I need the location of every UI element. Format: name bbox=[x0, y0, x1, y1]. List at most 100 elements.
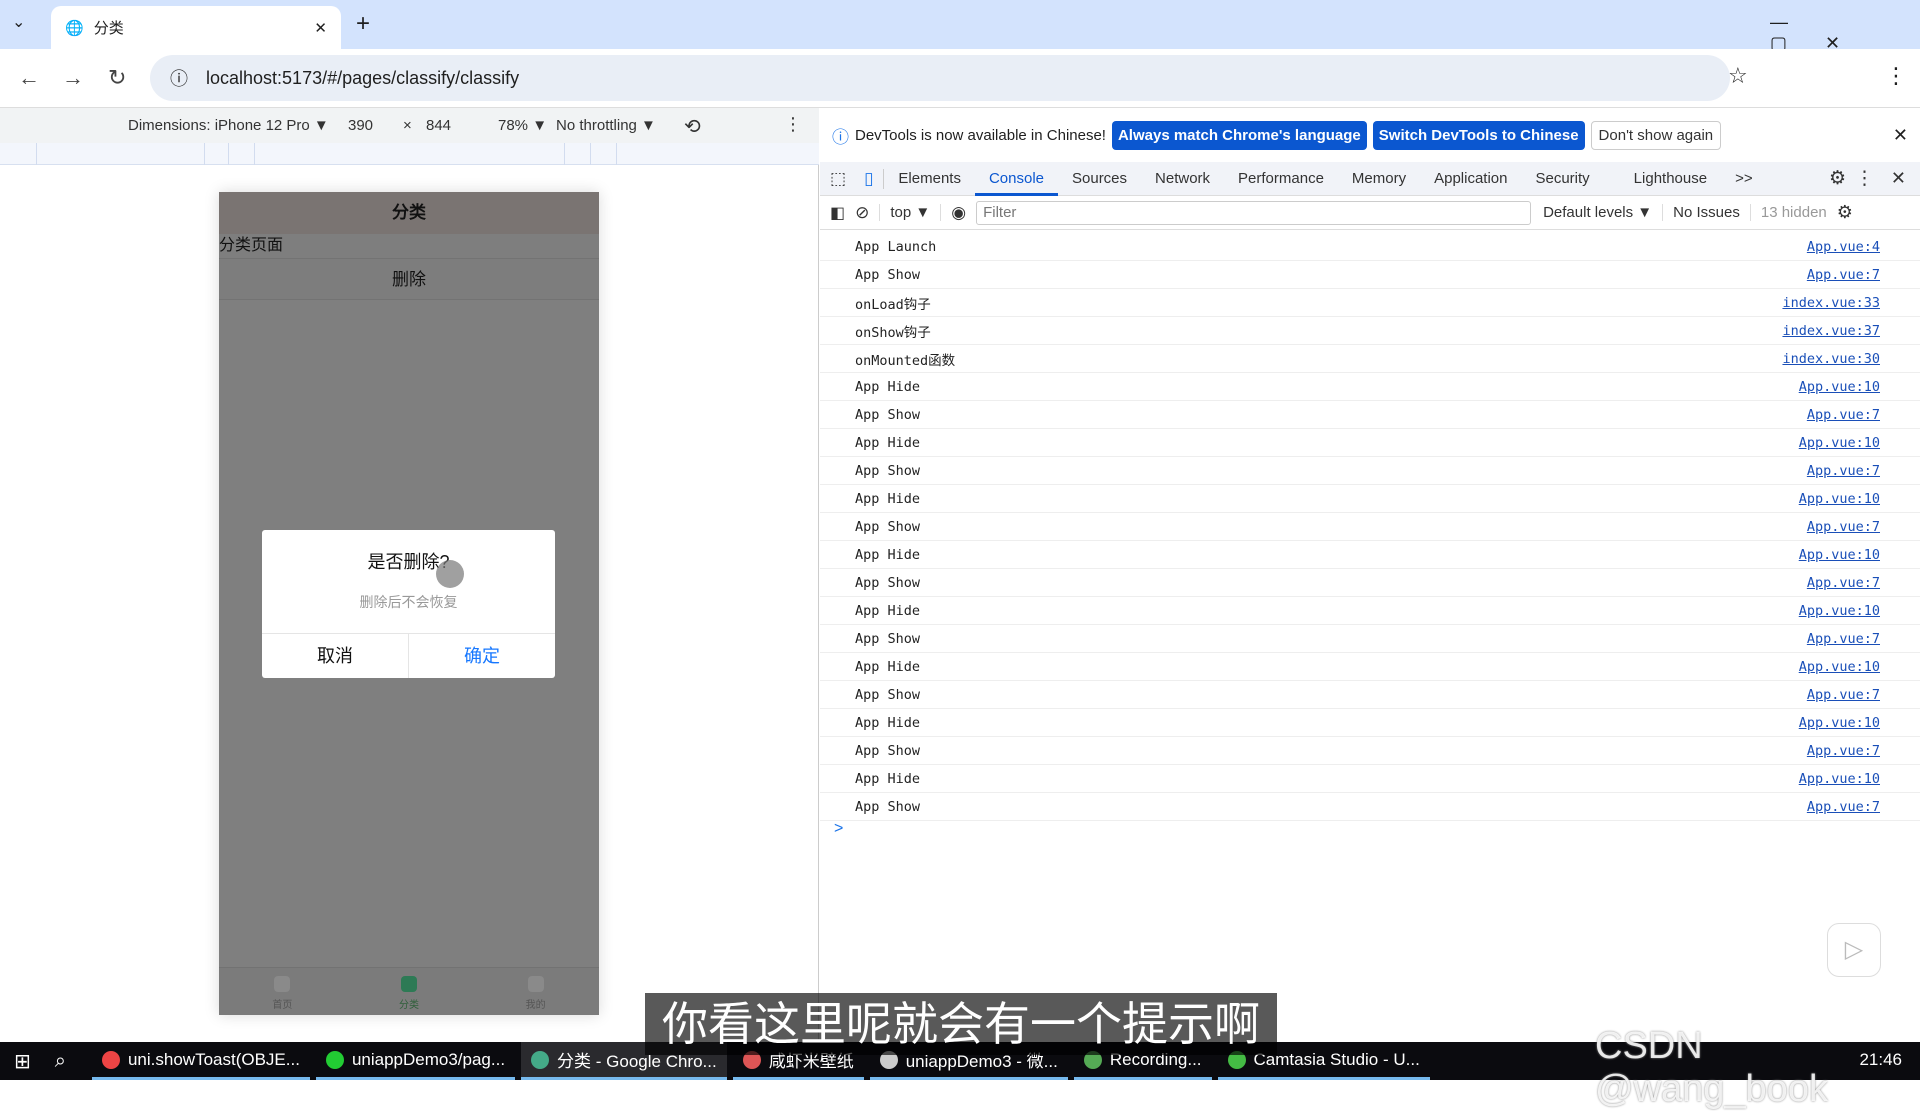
play-icon[interactable]: ▷ bbox=[1827, 923, 1881, 977]
taskbar-label: Camtasia Studio - U... bbox=[1253, 1049, 1420, 1069]
log-source-link[interactable]: index.vue:33 bbox=[1782, 295, 1880, 311]
log-message: App Show bbox=[855, 798, 921, 815]
more-tabs-icon[interactable]: >> bbox=[1721, 162, 1767, 196]
width-input[interactable]: 390 bbox=[348, 117, 373, 134]
tab-sources[interactable]: Sources bbox=[1058, 162, 1141, 196]
log-source-link[interactable]: App.vue:10 bbox=[1799, 603, 1880, 619]
cancel-button[interactable]: 取消 bbox=[262, 634, 409, 678]
forward-icon[interactable]: → bbox=[62, 65, 84, 91]
console-log-row: App Show App.vue:7 bbox=[820, 569, 1920, 597]
log-message: App Hide bbox=[855, 434, 921, 451]
device-select[interactable]: Dimensions: iPhone 12 Pro ▼ bbox=[128, 117, 329, 134]
console-prompt[interactable]: > bbox=[834, 820, 843, 838]
infobar-message: DevTools is now available in Chinese! bbox=[855, 126, 1106, 144]
device-toolbar: Dimensions: iPhone 12 Pro ▼ 390 × 844 78… bbox=[0, 108, 819, 143]
devtools-menu-icon[interactable]: ⋮ bbox=[1855, 167, 1874, 190]
height-input[interactable]: 844 bbox=[426, 117, 451, 134]
taskbar-label: uniappDemo3/pag... bbox=[351, 1049, 506, 1069]
log-source-link[interactable]: App.vue:7 bbox=[1807, 407, 1880, 423]
console-log-row: App Hide App.vue:10 bbox=[820, 429, 1920, 457]
tab-lighthouse[interactable]: Lighthouse bbox=[1604, 162, 1721, 196]
video-subtitle: 你看这里呢就会有一个提示啊 bbox=[645, 993, 1277, 1055]
console-log-list: App Launch App.vue:4 App Show App.vue:7 onLo… bbox=[820, 233, 1920, 821]
close-devtools-icon[interactable]: ✕ bbox=[1891, 168, 1906, 189]
reload-icon[interactable]: ↻ bbox=[108, 65, 126, 91]
log-source-link[interactable]: App.vue:10 bbox=[1799, 659, 1880, 675]
log-source-link[interactable]: App.vue:4 bbox=[1807, 239, 1880, 255]
context-select[interactable]: top ▼ bbox=[879, 204, 942, 221]
inspect-element-icon[interactable]: ⬚ bbox=[820, 169, 854, 189]
device-toggle-icon[interactable]: ▯ bbox=[854, 168, 885, 189]
tab-performance[interactable]: Performance bbox=[1224, 162, 1338, 196]
log-source-link[interactable]: App.vue:7 bbox=[1807, 631, 1880, 647]
console-log-row: App Hide App.vue:10 bbox=[820, 541, 1920, 569]
tab-memory[interactable]: Memory bbox=[1338, 162, 1420, 196]
address-bar[interactable]: ⓘ localhost:5173/#/pages/classify/classi… bbox=[150, 55, 1730, 101]
sidebar-toggle-icon[interactable]: ◧ bbox=[830, 203, 845, 223]
dont-show-again-button[interactable]: Don't show again bbox=[1590, 120, 1722, 150]
site-info-icon[interactable]: ⓘ bbox=[170, 65, 188, 91]
switch-chinese-button[interactable]: Switch DevTools to Chinese bbox=[1372, 120, 1585, 150]
new-tab-button[interactable]: + bbox=[356, 10, 370, 38]
log-source-link[interactable]: App.vue:7 bbox=[1807, 267, 1880, 283]
live-expression-eye-icon[interactable]: ◉ bbox=[951, 203, 966, 223]
tabbar-item-mine[interactable]: 我的 bbox=[472, 968, 599, 1015]
window-controls[interactable]: —▢✕ bbox=[1770, 12, 1920, 54]
log-source-link[interactable]: App.vue:10 bbox=[1799, 715, 1880, 731]
globe-icon: 🌐 bbox=[65, 19, 84, 37]
log-source-link[interactable]: App.vue:7 bbox=[1807, 575, 1880, 591]
log-source-link[interactable]: App.vue:7 bbox=[1807, 519, 1880, 535]
tab-bar: 首页 分类 我的 bbox=[219, 967, 599, 1015]
menu-icon[interactable]: ⋮ bbox=[1885, 63, 1907, 89]
filter-input[interactable]: Filter bbox=[976, 200, 1532, 225]
delete-button[interactable]: 删除 bbox=[219, 258, 599, 300]
rotate-icon[interactable]: ⟲ bbox=[684, 114, 701, 139]
close-tab-icon[interactable]: ✕ bbox=[314, 19, 327, 37]
tab-security[interactable]: Security bbox=[1521, 162, 1603, 196]
log-source-link[interactable]: App.vue:7 bbox=[1807, 463, 1880, 479]
log-source-link[interactable]: App.vue:7 bbox=[1807, 799, 1880, 815]
back-icon[interactable]: ← bbox=[18, 65, 40, 91]
match-language-button[interactable]: Always match Chrome's language bbox=[1111, 120, 1367, 150]
throttling-select[interactable]: No throttling ▼ bbox=[556, 117, 656, 134]
more-options-icon[interactable]: ⋮ bbox=[784, 114, 802, 135]
log-source-link[interactable]: App.vue:7 bbox=[1807, 687, 1880, 703]
search-icon[interactable]: ⌕ bbox=[47, 1050, 92, 1073]
tabbar-item-classify[interactable]: 分类 bbox=[346, 968, 473, 1015]
settings-icon[interactable]: ⚙ bbox=[1829, 167, 1846, 190]
tabbar-item-home[interactable]: 首页 bbox=[219, 968, 346, 1015]
clear-console-icon[interactable]: ⊘ bbox=[855, 203, 869, 223]
log-source-link[interactable]: App.vue:10 bbox=[1799, 771, 1880, 787]
log-source-link[interactable]: index.vue:30 bbox=[1782, 351, 1880, 367]
tab-application[interactable]: Application bbox=[1420, 162, 1521, 196]
log-levels-select[interactable]: Default levels ▼ bbox=[1543, 204, 1652, 221]
modal-buttons: 取消 确定 bbox=[262, 633, 555, 678]
console-log-row: App Show App.vue:7 bbox=[820, 513, 1920, 541]
tab-search-chevron-icon[interactable]: ⌄ bbox=[12, 12, 25, 32]
console-log-row: App Launch App.vue:4 bbox=[820, 233, 1920, 261]
confirm-button[interactable]: 确定 bbox=[409, 634, 555, 678]
close-infobar-icon[interactable]: ✕ bbox=[1893, 125, 1908, 146]
tab-elements[interactable]: Elements bbox=[884, 162, 975, 196]
media-query-ruler[interactable] bbox=[0, 143, 819, 165]
nav-title: 分类 bbox=[219, 192, 599, 234]
log-source-link[interactable]: App.vue:10 bbox=[1799, 547, 1880, 563]
tab-network[interactable]: Network bbox=[1141, 162, 1224, 196]
bookmark-star-icon[interactable]: ☆ bbox=[1728, 63, 1748, 89]
log-source-link[interactable]: index.vue:37 bbox=[1782, 323, 1880, 339]
issues-button[interactable]: No Issues bbox=[1662, 204, 1740, 221]
log-source-link[interactable]: App.vue:10 bbox=[1799, 435, 1880, 451]
log-source-link[interactable]: App.vue:10 bbox=[1799, 491, 1880, 507]
console-log-row: App Hide App.vue:10 bbox=[820, 709, 1920, 737]
tab-console[interactable]: Console bbox=[974, 162, 1058, 196]
taskbar-item[interactable]: uni.showToast(OBJE... bbox=[91, 1042, 310, 1080]
zoom-select[interactable]: 78% ▼ bbox=[498, 117, 547, 134]
browser-tab[interactable]: 🌐 分类 ✕ bbox=[51, 6, 341, 49]
log-source-link[interactable]: App.vue:10 bbox=[1799, 379, 1880, 395]
windows-start-icon[interactable]: ⊞ bbox=[0, 1049, 47, 1074]
console-settings-icon[interactable]: ⚙ bbox=[1837, 202, 1853, 223]
taskbar-item[interactable]: uniappDemo3/pag... bbox=[315, 1042, 516, 1080]
console-log-row: onMounted函数 index.vue:30 bbox=[820, 345, 1920, 373]
log-source-link[interactable]: App.vue:7 bbox=[1807, 743, 1880, 759]
log-message: App Hide bbox=[855, 490, 921, 507]
